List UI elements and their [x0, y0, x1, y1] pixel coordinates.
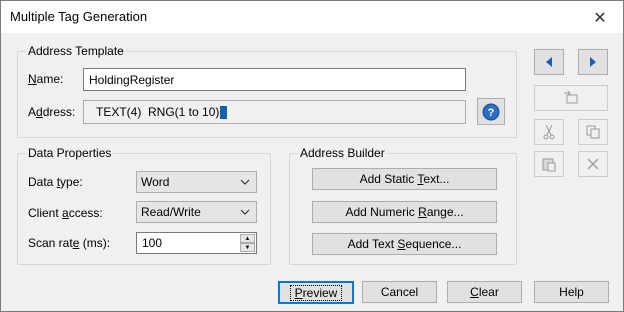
data-properties-title: Data Properties [26, 146, 114, 160]
data-type-label: Data type: [28, 175, 83, 189]
scan-rate-value: 100 [142, 236, 163, 250]
delete-button[interactable] [578, 151, 608, 177]
text-cursor [220, 105, 228, 119]
name-field-value: HoldingRegister [89, 72, 175, 87]
multiple-tag-generation-dialog: Multiple Tag Generation ✕ Address Templa… [0, 0, 624, 312]
name-label: Name: [28, 72, 64, 86]
svg-text:?: ? [488, 107, 495, 119]
title-bar: Multiple Tag Generation ✕ [1, 1, 623, 33]
paste-button[interactable] [534, 151, 564, 177]
paste-icon [542, 158, 556, 172]
address-field-value: TEXT(4) RNG(1 to 10) [96, 105, 220, 119]
cut-icon [543, 124, 555, 140]
data-type-select[interactable]: Word [136, 171, 257, 193]
move-right-button[interactable] [578, 49, 608, 75]
close-icon[interactable]: ✕ [585, 5, 615, 29]
preview-button-label: Preview [289, 284, 343, 301]
scan-rate-spinner[interactable]: ▲ ▼ [240, 234, 255, 252]
arrow-left-icon [546, 57, 552, 67]
add-text-sequence-label: Add Text Sequence... [347, 237, 462, 251]
window-title: Multiple Tag Generation [10, 9, 148, 24]
data-type-value: Word [141, 175, 170, 189]
move-left-button[interactable] [534, 49, 564, 75]
client-access-select[interactable]: Read/Write [136, 201, 257, 223]
name-field[interactable]: HoldingRegister [83, 68, 466, 91]
add-static-text-button[interactable]: Add Static Text... [312, 168, 497, 190]
help-icon: ? [482, 103, 500, 120]
cancel-button[interactable]: Cancel [362, 281, 437, 303]
add-text-sequence-button[interactable]: Add Text Sequence... [312, 233, 497, 255]
preview-button[interactable]: Preview [278, 281, 354, 304]
address-builder-title: Address Builder [298, 146, 387, 160]
cut-button[interactable] [534, 119, 564, 145]
cancel-button-label: Cancel [380, 285, 419, 299]
spin-up-icon[interactable]: ▲ [240, 234, 255, 243]
address-label: Address: [28, 105, 76, 119]
help-button-label: Help [559, 285, 584, 299]
add-numeric-range-label: Add Numeric Range... [345, 205, 464, 219]
address-field[interactable]: TEXT(4) RNG(1 to 10) [83, 100, 466, 124]
clear-button[interactable]: Clear [447, 281, 522, 303]
help-button[interactable]: Help [534, 281, 609, 303]
clear-button-label: Clear [470, 285, 499, 299]
copy-button[interactable] [578, 119, 608, 145]
scan-rate-label: Scan rate (ms): [28, 236, 111, 250]
insert-icon [564, 91, 578, 104]
copy-icon [586, 125, 600, 139]
chevron-down-icon [238, 202, 252, 222]
add-static-text-label: Add Static Text... [359, 172, 450, 186]
address-template-title: Address Template [26, 44, 126, 58]
chevron-down-icon [238, 172, 252, 192]
add-numeric-range-button[interactable]: Add Numeric Range... [312, 201, 497, 223]
insert-button[interactable] [534, 85, 608, 111]
client-access-value: Read/Write [141, 205, 201, 219]
scan-rate-input[interactable]: 100 ▲ ▼ [136, 232, 257, 254]
address-template-group: Address Template [17, 44, 517, 138]
spin-down-icon[interactable]: ▼ [240, 243, 255, 252]
arrow-right-icon [590, 57, 596, 67]
address-help-button[interactable]: ? [477, 98, 505, 125]
delete-icon [587, 158, 599, 170]
client-access-label: Client access: [28, 206, 103, 220]
